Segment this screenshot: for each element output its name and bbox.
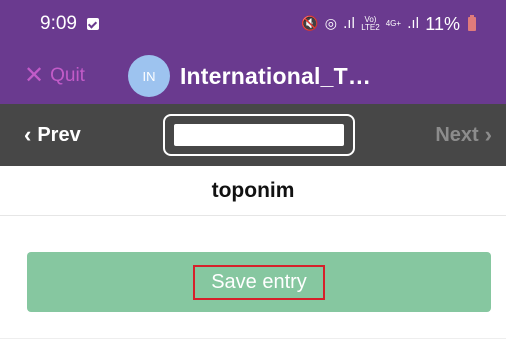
status-bar: 9:09 🔇 ◎ .ıl Vo) LTE2 4G+ .ıl 11% [0, 0, 506, 48]
status-icons: 🔇 ◎ .ıl Vo) LTE2 4G+ .ıl 11% [301, 14, 476, 35]
entry-search-input[interactable] [174, 124, 344, 146]
next-label: Next [435, 123, 479, 146]
battery-percent: 11% [425, 13, 460, 34]
battery-icon [468, 15, 476, 31]
quit-label: Quit [50, 65, 85, 86]
volte-indicator: Vo) LTE2 [361, 15, 380, 32]
prev-button[interactable]: ‹ Prev [18, 122, 81, 148]
chevron-right-icon: › [484, 122, 492, 147]
status-time: 9:09 [40, 13, 77, 34]
close-icon: ✕ [24, 62, 45, 89]
quit-button[interactable]: ✕ Quit [24, 64, 85, 88]
prev-label: Prev [37, 123, 81, 146]
hotspot-icon: ◎ [324, 16, 337, 32]
chevron-left-icon: ‹ [24, 122, 32, 147]
save-entry-button[interactable]: Save entry [27, 252, 491, 312]
entry-search-frame [163, 114, 355, 156]
avatar: IN [127, 55, 170, 97]
divider [0, 338, 506, 339]
mute-icon: 🔇 [301, 16, 319, 32]
notification-icon [86, 18, 99, 30]
app-header: ✕ Quit IN International_T… [0, 48, 506, 104]
entry-navigation: ‹ Prev Next › [0, 104, 506, 166]
page-title: International_T… [179, 62, 372, 89]
entry-title: toponim [0, 166, 506, 216]
network-indicator: 4G+ [385, 19, 402, 28]
save-entry-label: Save entry [193, 264, 325, 300]
signal-icon: .ıl [342, 16, 356, 32]
signal-icon-2: .ıl [407, 16, 420, 32]
next-button[interactable]: Next › [435, 122, 498, 148]
